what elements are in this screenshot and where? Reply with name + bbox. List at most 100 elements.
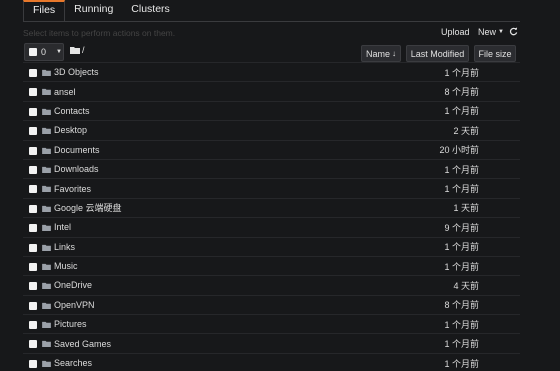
file-name-link[interactable]: Google 云端硬盘 <box>54 201 122 214</box>
upload-button[interactable]: Upload <box>441 27 470 37</box>
selection-hint: Select items to perform actions on them. <box>23 28 176 38</box>
row-checkbox[interactable] <box>29 88 37 97</box>
folder-icon <box>42 89 51 96</box>
tab-files[interactable]: Files <box>23 0 66 22</box>
list-item[interactable]: Links 1 个月前 <box>23 236 520 256</box>
file-modified: 1 个月前 <box>444 184 479 195</box>
folder-icon[interactable] <box>70 46 80 54</box>
file-modified: 1 个月前 <box>444 261 479 272</box>
sort-name-label: Name <box>365 48 390 59</box>
folder-icon <box>42 283 51 290</box>
row-checkbox[interactable] <box>29 301 37 310</box>
tab-divider <box>23 21 520 22</box>
list-item[interactable]: Pictures 1 个月前 <box>23 314 520 333</box>
row-checkbox[interactable] <box>29 321 37 330</box>
list-item[interactable]: Documents 20 小时前 <box>23 139 520 159</box>
file-modified: 1 个月前 <box>444 67 479 78</box>
file-name-link[interactable]: Favorites <box>54 184 91 194</box>
file-name-link[interactable]: Documents <box>54 145 100 155</box>
sort-by-size-button[interactable]: File size <box>474 45 516 62</box>
row-checkbox[interactable] <box>29 69 37 77</box>
tab-bar: Files Running Clusters <box>23 0 179 22</box>
file-name-link[interactable]: Desktop <box>54 125 87 135</box>
file-modified: 1 个月前 <box>444 164 479 175</box>
folder-icon <box>42 244 51 251</box>
file-name-link[interactable]: OneDrive <box>54 280 92 290</box>
row-checkbox[interactable] <box>29 224 37 233</box>
folder-icon <box>42 225 51 232</box>
sort-arrow-icon: ↓ <box>392 49 396 58</box>
file-modified: 8 个月前 <box>444 300 479 311</box>
row-checkbox[interactable] <box>29 340 37 349</box>
file-name-link[interactable]: Searches <box>54 358 92 368</box>
caret-down-icon: ▼ <box>498 29 504 35</box>
list-item[interactable]: Saved Games 1 个月前 <box>23 333 520 352</box>
list-item[interactable]: Downloads 1 个月前 <box>23 158 520 178</box>
row-checkbox[interactable] <box>29 146 37 155</box>
folder-icon <box>42 341 51 348</box>
refresh-icon[interactable] <box>509 27 518 38</box>
file-name-link[interactable]: 3D Objects <box>54 67 99 77</box>
row-checkbox[interactable] <box>29 204 37 213</box>
list-item[interactable]: Desktop 2 天前 <box>23 120 520 139</box>
file-name-link[interactable]: Saved Games <box>54 339 111 349</box>
tab-running[interactable]: Running <box>65 0 122 22</box>
selected-count: 0 <box>41 47 47 57</box>
new-button-label: New <box>478 27 497 37</box>
file-name-link[interactable]: ansel <box>54 87 76 97</box>
file-name-link[interactable]: OpenVPN <box>54 300 95 310</box>
list-item[interactable]: Contacts 1 个月前 <box>23 100 520 120</box>
file-list: 3D Objects 1 个月前 ansel 8 个月前 Contacts 1 个月前 De… <box>23 62 520 371</box>
select-all-dropdown[interactable]: 0 ▼ <box>24 43 64 61</box>
file-modified: 1 个月前 <box>444 242 479 253</box>
file-name-link[interactable]: Intel <box>54 222 71 232</box>
file-modified: 1 个月前 <box>444 319 479 330</box>
folder-icon <box>42 166 51 173</box>
row-checkbox[interactable] <box>29 107 37 116</box>
file-modified: 1 个月前 <box>444 106 479 117</box>
folder-icon <box>42 186 51 193</box>
list-item[interactable]: Favorites 1 个月前 <box>23 178 520 197</box>
file-modified: 1 个月前 <box>444 358 479 369</box>
breadcrumb: / <box>70 45 85 55</box>
list-item[interactable]: Intel 9 个月前 <box>23 217 520 236</box>
caret-down-icon[interactable]: ▼ <box>56 49 62 55</box>
list-item[interactable]: Google 云端硬盘 1 天前 <box>23 197 520 217</box>
file-modified: 4 天前 <box>453 280 479 291</box>
folder-icon <box>42 128 51 135</box>
select-all-checkbox[interactable] <box>29 48 37 56</box>
list-item[interactable]: ansel 8 个月前 <box>23 81 520 100</box>
sort-by-name-button[interactable]: Name ↓ <box>361 45 401 62</box>
folder-icon <box>42 263 51 270</box>
file-modified: 1 个月前 <box>444 339 479 350</box>
folder-icon <box>42 147 51 154</box>
row-checkbox[interactable] <box>29 262 37 271</box>
file-name-link[interactable]: Music <box>54 261 78 271</box>
row-checkbox[interactable] <box>29 282 37 291</box>
file-name-link[interactable]: Pictures <box>54 319 87 329</box>
row-checkbox[interactable] <box>29 127 37 136</box>
file-name-link[interactable]: Downloads <box>54 164 99 174</box>
list-item[interactable]: OneDrive 4 天前 <box>23 275 520 294</box>
folder-icon <box>42 69 51 76</box>
row-checkbox[interactable] <box>29 165 37 174</box>
file-name-link[interactable]: Links <box>54 242 75 252</box>
new-button[interactable]: New ▼ <box>478 27 504 37</box>
list-item[interactable]: 3D Objects 1 个月前 <box>23 62 520 81</box>
sort-by-modified-button[interactable]: Last Modified <box>406 45 469 62</box>
row-checkbox[interactable] <box>29 359 37 368</box>
file-modified: 2 天前 <box>453 125 479 136</box>
row-checkbox[interactable] <box>29 243 37 252</box>
list-item[interactable]: Music 1 个月前 <box>23 255 520 275</box>
file-modified: 9 个月前 <box>444 222 479 233</box>
row-checkbox[interactable] <box>29 185 37 194</box>
folder-icon <box>42 205 51 212</box>
folder-icon <box>42 360 51 367</box>
breadcrumb-path[interactable]: / <box>82 45 85 55</box>
list-item[interactable]: Searches 1 个月前 <box>23 352 520 371</box>
file-modified: 1 天前 <box>453 203 479 214</box>
tab-clusters[interactable]: Clusters <box>122 0 179 22</box>
folder-icon <box>42 302 51 309</box>
file-name-link[interactable]: Contacts <box>54 106 90 116</box>
list-item[interactable]: OpenVPN 8 个月前 <box>23 294 520 314</box>
